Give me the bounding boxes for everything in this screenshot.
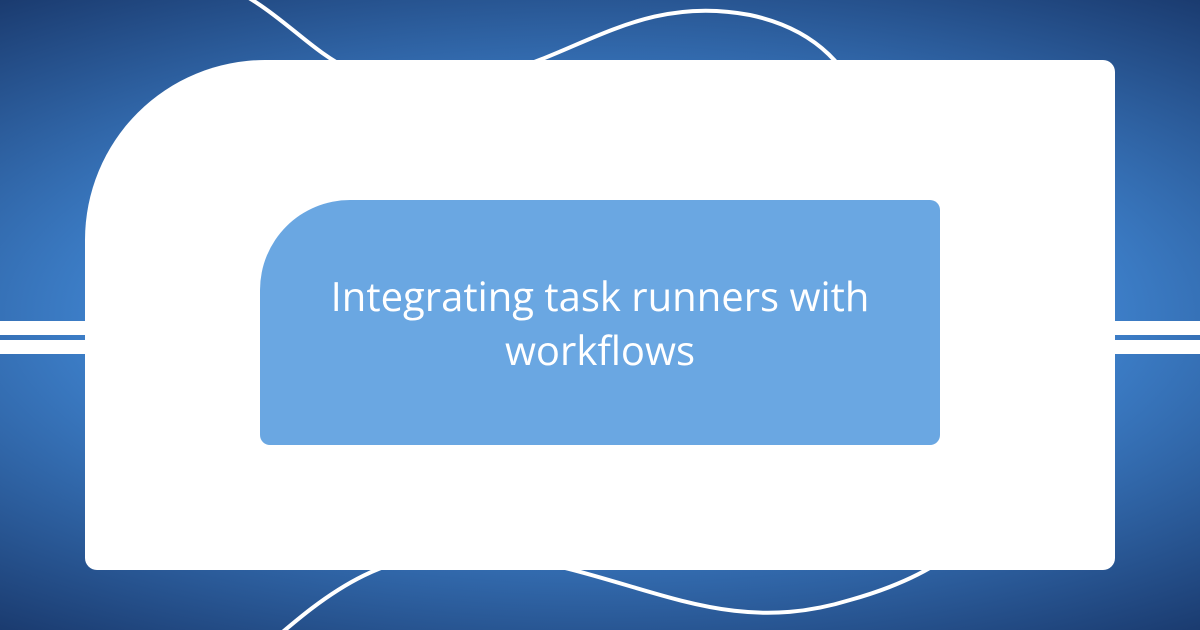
- banner-card: Integrating task runners with workflows: [85, 60, 1115, 570]
- title-panel: Integrating task runners with workflows: [260, 200, 940, 445]
- banner-title: Integrating task runners with workflows: [310, 269, 890, 377]
